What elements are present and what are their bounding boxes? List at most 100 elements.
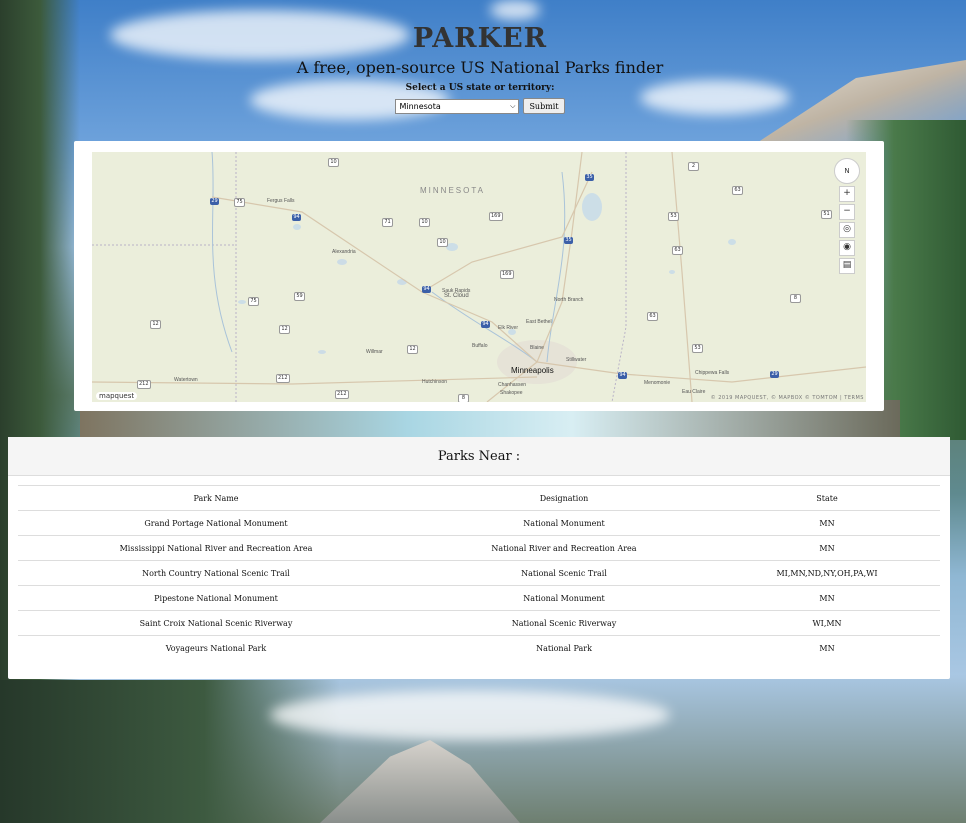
mountain-peak: [320, 740, 520, 823]
state-cell: MN: [714, 535, 940, 561]
map-city-label: Menomonie: [644, 380, 671, 386]
highway-shield: 63: [672, 246, 683, 255]
traffic-icon[interactable]: ▤: [839, 258, 855, 274]
table-row: North Country National Scenic Trail Nati…: [18, 560, 940, 586]
map-city-label: Fergus Falls: [267, 198, 295, 204]
highway-shield: 29: [210, 198, 219, 205]
table-row: Pipestone National Monument National Mon…: [18, 585, 940, 611]
highway-shield: 94: [422, 286, 431, 293]
map-city-label: Chanhassen: [498, 382, 527, 388]
designation-cell: National Scenic Riverway: [414, 610, 714, 636]
map-city-label: North Branch: [554, 297, 584, 303]
highway-shield: 35: [585, 174, 594, 181]
highway-shield: 75: [234, 198, 245, 207]
map-city-label: Elk River: [498, 325, 519, 331]
map-region-label: MINNESOTA: [420, 186, 485, 195]
park-name-cell: Voyageurs National Park: [18, 635, 414, 660]
parks-card: Parks Near : Park Name Designation State…: [8, 437, 950, 679]
map-city-label: Eau Claire: [682, 389, 706, 395]
map-city-label: Stillwater: [566, 357, 587, 363]
highway-shield: 10: [419, 218, 430, 227]
highway-shield: 94: [481, 321, 490, 328]
state-form: Minnesota ⌵ Submit: [0, 98, 960, 114]
map-city-label: Willmar: [366, 349, 383, 355]
designation-cell: National River and Recreation Area: [414, 535, 714, 561]
map-logo: mapquest: [96, 392, 138, 400]
map-city-label: Buffalo: [472, 343, 488, 349]
highway-shield: 10: [437, 238, 448, 247]
park-name-cell: Pipestone National Monument: [18, 585, 414, 611]
map-city-label: Hutchinson: [422, 379, 448, 385]
map-card: MINNESOTA Fergus Falls Alexandria Sauk R…: [74, 141, 884, 411]
highway-shield: 59: [294, 292, 305, 301]
highway-shield: 212: [276, 374, 290, 383]
state-select-value: Minnesota: [399, 101, 441, 111]
map-city-label: Alexandria: [332, 249, 356, 255]
zoom-out-button[interactable]: −: [839, 204, 855, 220]
highway-shield: 53: [668, 212, 679, 221]
submit-button[interactable]: Submit: [523, 98, 565, 114]
column-header: State: [714, 485, 940, 511]
designation-cell: National Monument: [414, 510, 714, 536]
highway-shield: 8: [790, 294, 801, 303]
highway-shield: 94: [292, 214, 301, 221]
map-city-label: Blaine: [530, 345, 544, 351]
highway-shield: 75: [248, 297, 259, 306]
highway-shield: 63: [647, 312, 658, 321]
state-cell: MI,MN,ND,NY,OH,PA,WI: [714, 560, 940, 586]
map-view[interactable]: MINNESOTA Fergus Falls Alexandria Sauk R…: [92, 152, 866, 402]
column-header: Designation: [414, 485, 714, 511]
highway-shield: 35: [564, 237, 573, 244]
highway-shield: 94: [618, 372, 627, 379]
designation-cell: National Park: [414, 635, 714, 660]
map-city-label: East Bethel: [526, 319, 552, 325]
highway-shield: 2: [688, 162, 699, 171]
background-scenery: [0, 0, 966, 823]
table-header-row: Park Name Designation State: [18, 485, 940, 511]
map-city-label: Chippewa Falls: [695, 370, 730, 376]
parks-header: Parks Near :: [8, 437, 950, 476]
state-cell: MN: [714, 510, 940, 536]
park-name-cell: Saint Croix National Scenic Riverway: [18, 610, 414, 636]
park-name-cell: North Country National Scenic Trail: [18, 560, 414, 586]
globe-icon[interactable]: ◉: [839, 240, 855, 256]
site-title: PARKER: [412, 23, 548, 54]
designation-cell: National Monument: [414, 585, 714, 611]
column-header: Park Name: [18, 485, 414, 511]
state-select[interactable]: Minnesota ⌵: [395, 98, 520, 114]
table-row: Grand Portage National Monument National…: [18, 510, 940, 536]
forest-bottom: [0, 680, 340, 823]
table-row: Voyageurs National Park National Park MN: [18, 635, 940, 660]
designation-cell: National Scenic Trail: [414, 560, 714, 586]
zoom-in-button[interactable]: +: [839, 186, 855, 202]
locate-icon[interactable]: ◎: [839, 222, 855, 238]
highway-shield: 12: [150, 320, 161, 329]
parks-table: Park Name Designation State Grand Portag…: [18, 485, 940, 660]
highway-shield: 29: [770, 371, 779, 378]
forest-left: [0, 0, 80, 823]
highway-shield: 12: [279, 325, 290, 334]
highway-shield: 51: [821, 210, 832, 219]
site-subtitle: A free, open-source US National Parks fi…: [296, 58, 664, 77]
table-row: Saint Croix National Scenic Riverway Nat…: [18, 610, 940, 636]
map-attribution[interactable]: © 2019 MAPQUEST, © MAPBOX © TOMTOM | TER…: [711, 395, 864, 401]
map-city-label: Minneapolis: [511, 366, 554, 375]
page-header: PARKER A free, open-source US National P…: [0, 22, 960, 114]
compass-icon[interactable]: N: [834, 158, 860, 184]
highway-shield: 10: [328, 158, 339, 167]
highway-shield: 212: [137, 380, 151, 389]
cloud: [490, 0, 540, 20]
highway-shield: 169: [489, 212, 503, 221]
state-select-label: Select a US state or territory:: [405, 83, 555, 93]
state-cell: MN: [714, 585, 940, 611]
parks-title: Parks Near :: [437, 448, 521, 464]
map-city-label: Watertown: [174, 377, 198, 383]
chevron-down-icon: ⌵: [510, 101, 516, 110]
highway-shield: 71: [382, 218, 393, 227]
map-city-label: St. Cloud: [444, 293, 469, 299]
state-cell: MN: [714, 635, 940, 660]
park-name-cell: Grand Portage National Monument: [18, 510, 414, 536]
highway-shield: 8: [458, 394, 469, 402]
highway-shield: 63: [732, 186, 743, 195]
park-name-cell: Mississippi National River and Recreatio…: [18, 535, 414, 561]
